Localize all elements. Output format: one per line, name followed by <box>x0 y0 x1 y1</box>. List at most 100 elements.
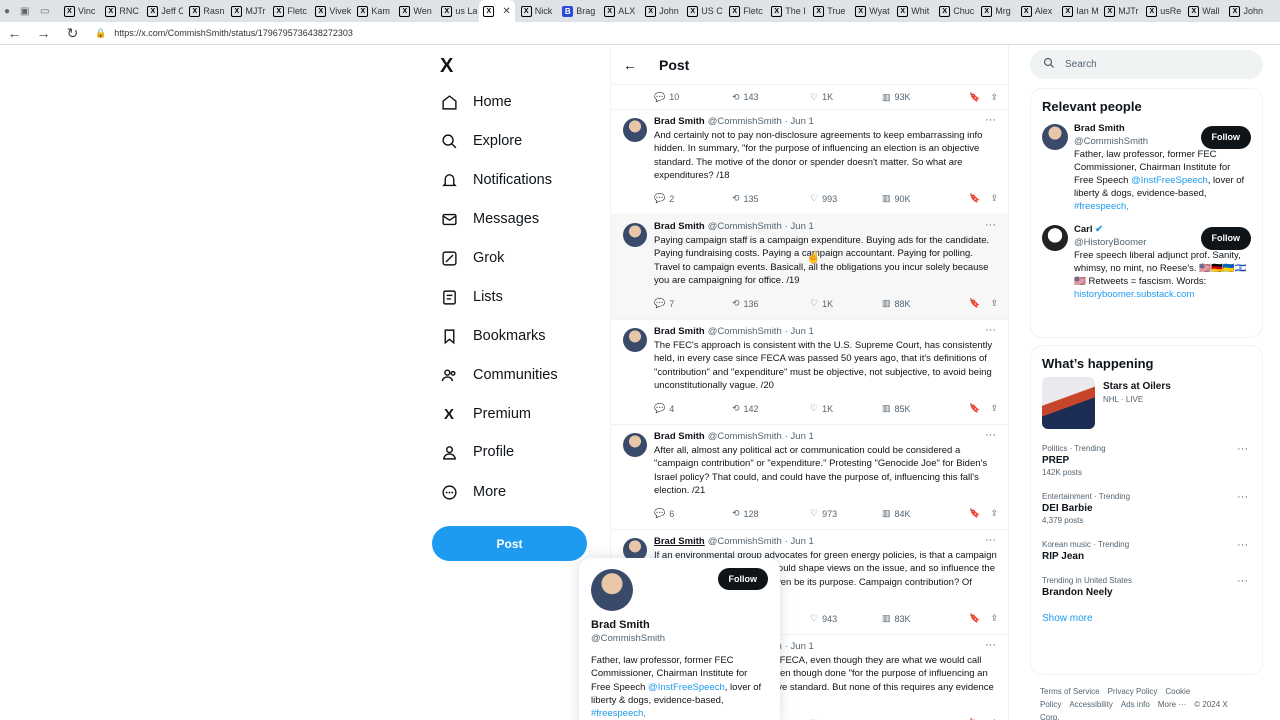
browser-tab[interactable]: X Fletc <box>269 0 309 22</box>
browser-tab[interactable]: X Wen <box>395 0 435 22</box>
forward-arrow-icon[interactable]: → <box>29 25 58 41</box>
hashtag-link[interactable]: #freespeech, <box>1074 201 1129 212</box>
author-name[interactable]: Brad Smith <box>654 116 705 127</box>
share-icon[interactable]: ⇪ <box>990 298 998 309</box>
browser-tab[interactable]: X John <box>641 0 681 22</box>
avatar[interactable] <box>623 223 647 247</box>
author-name[interactable]: Brad Smith <box>654 431 705 442</box>
browser-tab[interactable]: X MJTr <box>1100 0 1140 22</box>
footer-link[interactable]: Terms of Service <box>1040 687 1100 696</box>
footer-link[interactable]: More ··· <box>1158 700 1186 709</box>
retweet-action[interactable]: ⟲ 128 <box>732 508 810 519</box>
show-more-link[interactable]: Show more <box>1031 605 1262 632</box>
like-action[interactable]: ♡ 1K <box>810 298 882 309</box>
tweet[interactable]: ··· Brad Smith @CommishSmith · Jun 1 And cer… <box>611 110 1008 215</box>
browser-tab[interactable]: X True <box>809 0 849 22</box>
bio-url-link[interactable]: historyboomer.substack.com <box>1074 289 1194 300</box>
reload-icon[interactable]: ↻ <box>58 25 87 42</box>
browser-tab[interactable]: X Kam <box>353 0 393 22</box>
retweet-action[interactable]: ⟲ 136 <box>732 298 810 309</box>
browser-tab[interactable]: X Rasn <box>185 0 225 22</box>
retweet-action[interactable]: ⟲ 143 <box>732 92 810 103</box>
tab-actions-icon[interactable]: ▭ <box>40 6 58 17</box>
author-handle[interactable]: @CommishSmith <box>708 326 782 337</box>
search-input[interactable]: Search <box>1030 50 1263 79</box>
browser-tab[interactable]: X Mrg <box>977 0 1015 22</box>
tweet[interactable]: ··· Brad Smith @CommishSmith · Jun 1 The FEC… <box>611 320 1008 425</box>
follow-button[interactable]: Follow <box>717 568 768 590</box>
more-options-icon[interactable]: ··· <box>985 219 996 231</box>
like-action[interactable]: ♡ 993 <box>810 193 882 204</box>
tweet[interactable]: ··· Brad Smith @CommishSmith · Jun 1 Paying … <box>611 215 1008 320</box>
featured-event[interactable]: Stars at Oilers NHL · LIVE <box>1031 377 1262 437</box>
back-arrow-icon[interactable]: ← <box>623 57 637 73</box>
profile-icon[interactable]: ● <box>4 6 18 17</box>
trend-item[interactable]: Korean music · Trending RIP Jean ··· <box>1031 533 1262 569</box>
browser-tab[interactable]: X ✕ <box>479 0 515 22</box>
more-options-icon[interactable]: ··· <box>985 639 996 651</box>
browser-tab[interactable]: X John <box>1225 0 1265 22</box>
browser-tab[interactable]: X The I <box>767 0 807 22</box>
bookmark-icon[interactable]: 🔖 <box>969 403 980 414</box>
share-icon[interactable]: ⇪ <box>990 508 998 519</box>
browser-tab[interactable]: X Chuc <box>935 0 975 22</box>
close-tab-icon[interactable]: ✕ <box>502 6 510 17</box>
browser-tab[interactable]: X RNC <box>101 0 141 22</box>
footer-link[interactable]: Ads info <box>1121 700 1150 709</box>
bookmark-icon[interactable]: 🔖 <box>969 508 980 519</box>
more-options-icon[interactable]: ··· <box>985 324 996 336</box>
tweet-date[interactable]: · Jun 1 <box>785 641 814 652</box>
more-options-icon[interactable]: ··· <box>985 534 996 546</box>
tweet-date[interactable]: · Jun 1 <box>785 116 814 127</box>
reply-action[interactable]: 💬 10 <box>654 92 732 103</box>
tweet-date[interactable]: · Jun 1 <box>785 536 814 547</box>
share-icon[interactable]: ⇪ <box>990 92 998 103</box>
trend-item[interactable]: Trending in United States Brandon Neely ··… <box>1031 569 1262 605</box>
tweet-date[interactable]: · Jun 1 <box>785 221 814 232</box>
views-action[interactable]: ▥ 85K <box>882 403 966 414</box>
browser-tab[interactable]: X ALX <box>600 0 639 22</box>
bookmark-icon[interactable]: 🔖 <box>969 193 980 204</box>
like-action[interactable]: ♡ 973 <box>810 508 882 519</box>
tweet-date[interactable]: · Jun 1 <box>785 431 814 442</box>
author-name[interactable]: Brad Smith <box>654 536 705 547</box>
more-options-icon[interactable]: ··· <box>985 114 996 126</box>
retweet-action[interactable]: ⟲ 142 <box>732 403 810 414</box>
author-name[interactable]: Brad Smith <box>654 221 705 232</box>
browser-tab[interactable]: B Brag <box>558 0 598 22</box>
author-handle[interactable]: @CommishSmith <box>708 221 782 232</box>
avatar[interactable] <box>591 569 633 611</box>
views-action[interactable]: ▥ 90K <box>882 193 966 204</box>
more-options-icon[interactable]: ··· <box>1237 539 1248 551</box>
browser-tab[interactable]: Xus La <box>437 0 477 22</box>
avatar[interactable] <box>623 328 647 352</box>
browser-tab[interactable]: X MJTr <box>227 0 267 22</box>
reply-action[interactable]: 💬 7 <box>654 298 732 309</box>
nav-premium[interactable]: X Premium <box>440 405 531 423</box>
bio-mention-link[interactable]: @InstFreeSpeech <box>1131 175 1208 186</box>
person-card[interactable]: Follow Brad Smith @CommishSmith Father, … <box>1031 120 1262 221</box>
trend-item[interactable]: Politics · Trending PREP 142K posts ··· <box>1031 437 1262 485</box>
follow-button[interactable]: Follow <box>1200 227 1251 250</box>
browser-tab[interactable]: X Fletc <box>725 0 765 22</box>
follow-button[interactable]: Follow <box>1200 126 1251 149</box>
nav-explore[interactable]: Explore <box>440 132 522 150</box>
more-options-icon[interactable]: ··· <box>985 429 996 441</box>
nav-communities[interactable]: Communities <box>440 366 558 384</box>
reply-action[interactable]: 💬 2 <box>654 193 732 204</box>
share-icon[interactable]: ⇪ <box>990 403 998 414</box>
browser-tab[interactable]: X Wall <box>1184 0 1223 22</box>
browser-tab[interactable]: X Vivek <box>311 0 351 22</box>
browser-tab[interactable]: XusRe <box>1142 0 1182 22</box>
more-options-icon[interactable]: ··· <box>1237 491 1248 503</box>
avatar[interactable] <box>1042 124 1068 150</box>
x-logo[interactable]: X <box>440 55 453 78</box>
nav-grok[interactable]: Grok <box>440 249 504 267</box>
back-arrow-icon[interactable]: ← <box>0 25 29 41</box>
tweet-date[interactable]: · Jun 1 <box>785 326 814 337</box>
bookmark-icon[interactable]: 🔖 <box>969 298 980 309</box>
avatar[interactable] <box>623 433 647 457</box>
profile-handle[interactable]: @CommishSmith <box>591 633 768 644</box>
person-name[interactable]: Carl <box>1074 224 1092 235</box>
browser-tab[interactable]: X Wyat <box>851 0 891 22</box>
